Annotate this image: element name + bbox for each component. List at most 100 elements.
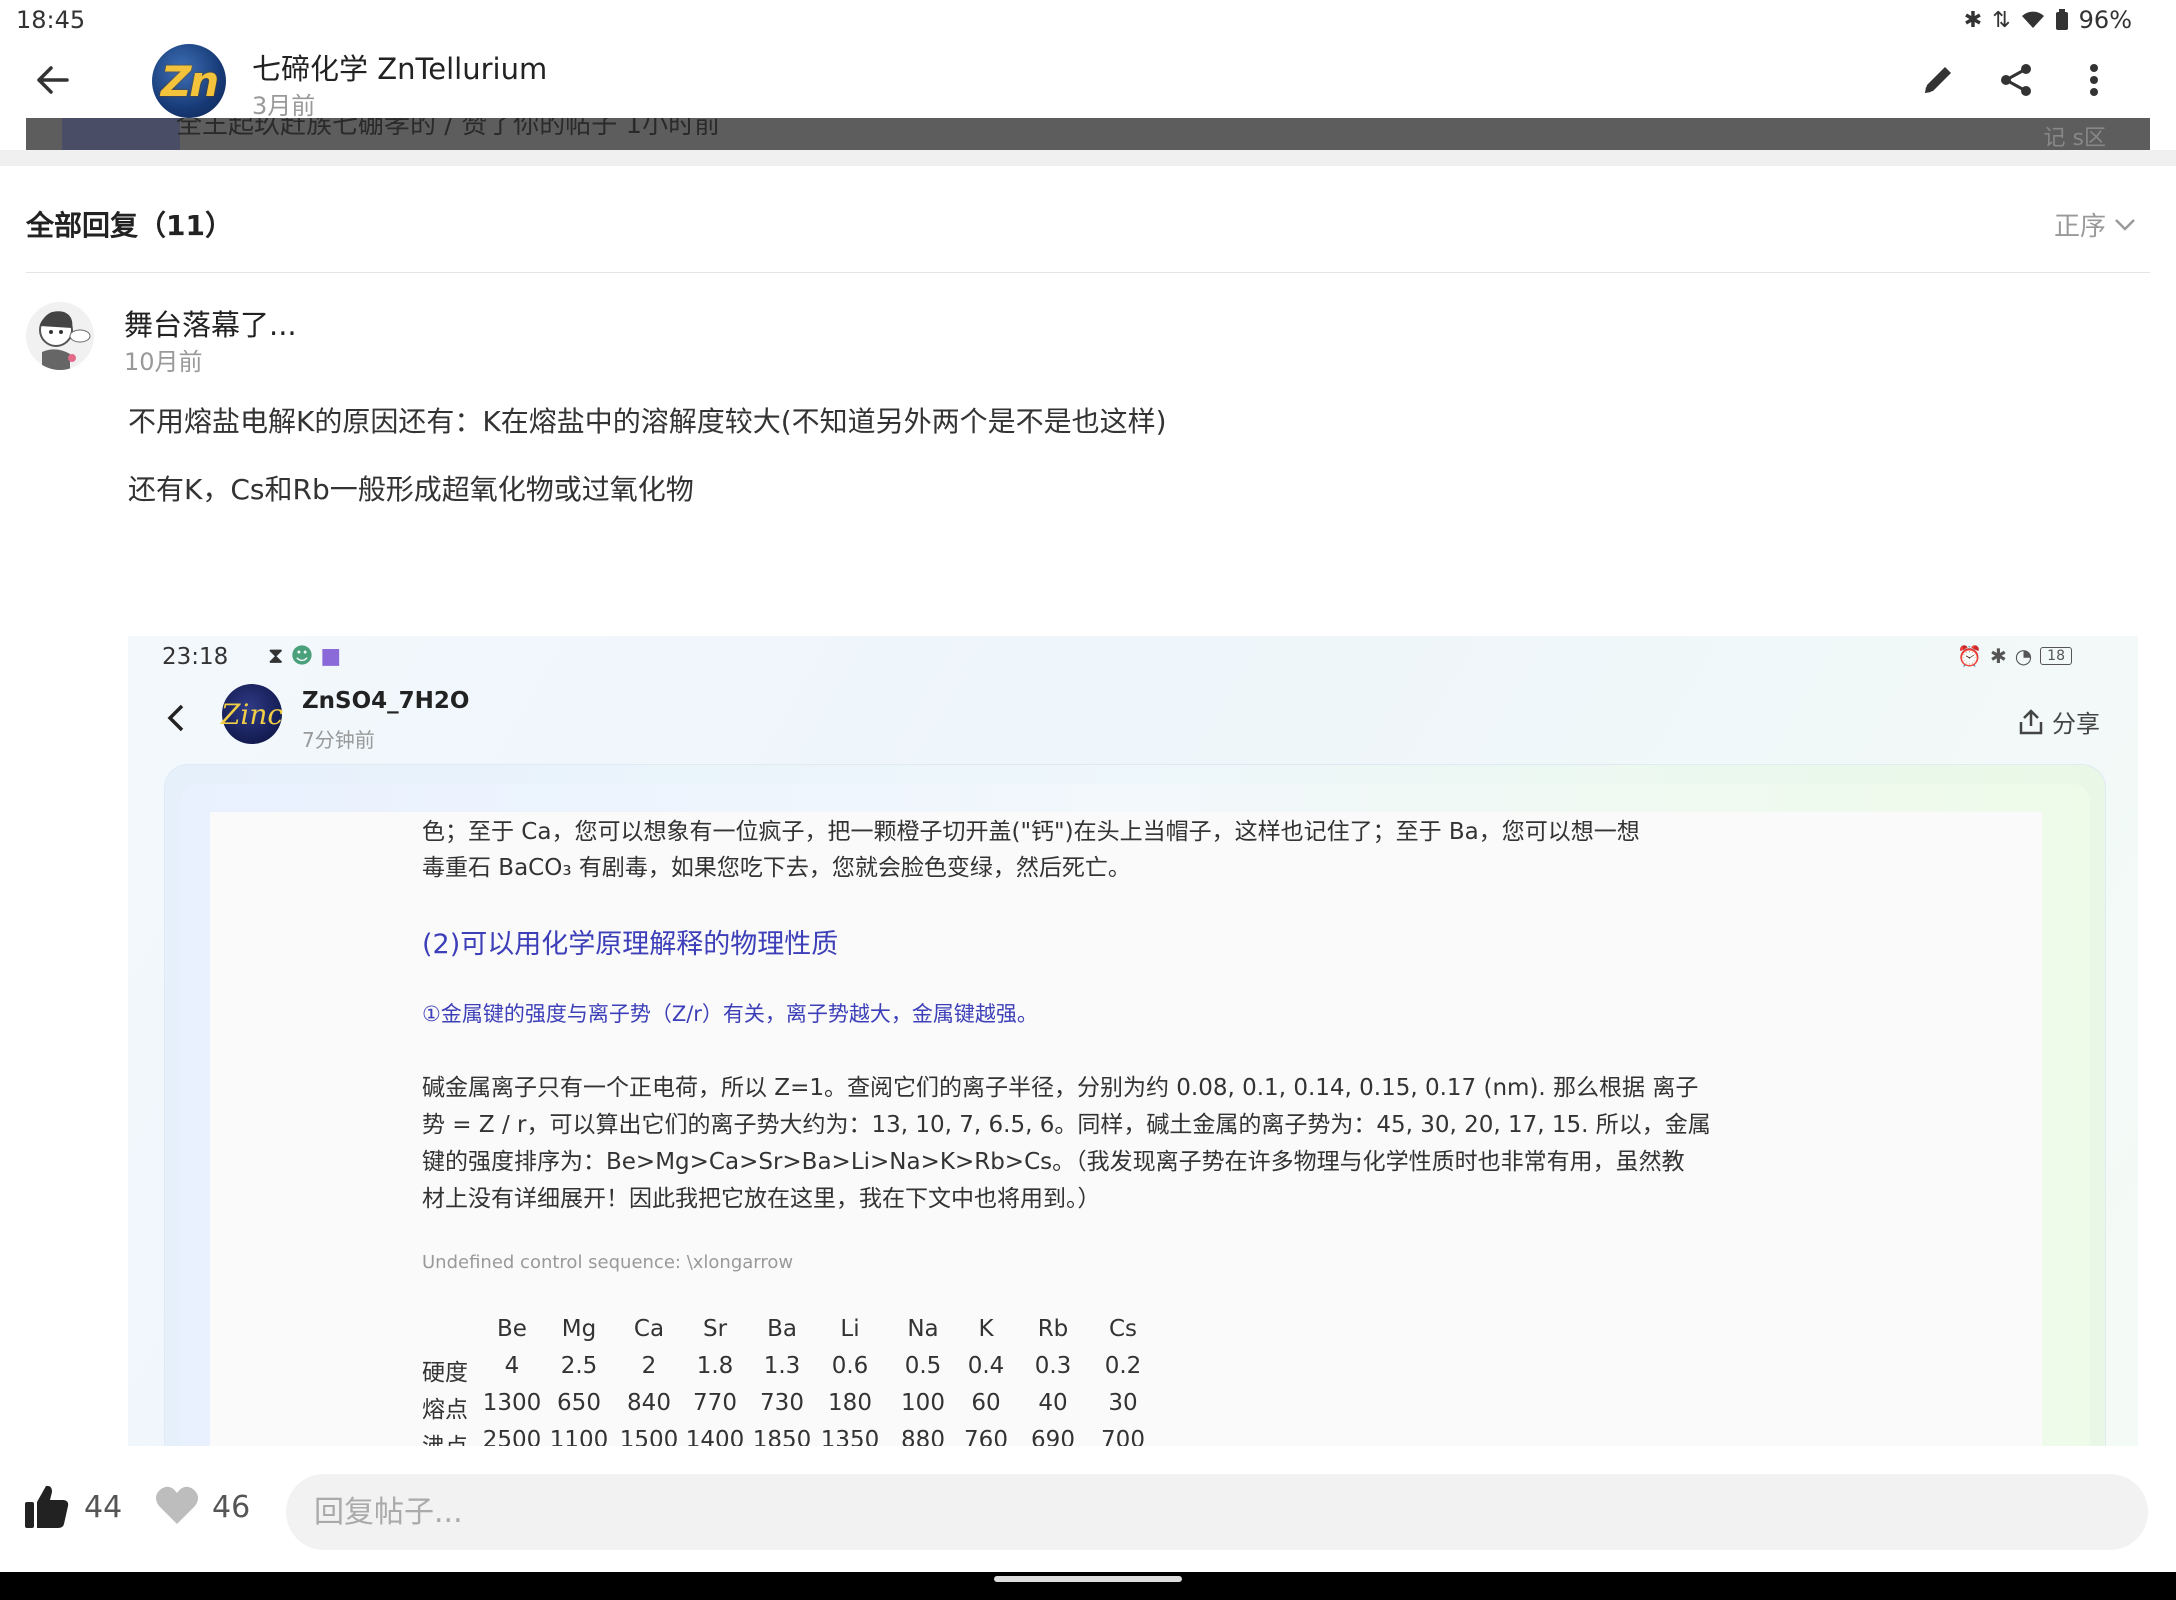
battery-icon: 18: [2040, 647, 2072, 665]
table-row-label: 沸点: [422, 1427, 482, 1446]
sort-dropdown[interactable]: 正序: [2054, 206, 2136, 243]
table-column-header: Li: [840, 1316, 860, 1342]
doc-subheading: ①金属键的强度与离子势（Z/r）有关，离子势越大，金属键越强。: [422, 1002, 1038, 1026]
reply-text-line: 还有K，Cs和Rb一般形成超氧化物或过氧化物: [128, 473, 694, 506]
table-cell: 2.5: [560, 1353, 598, 1379]
status-time: 18:45: [16, 6, 86, 34]
hourglass-icon: ⧗: [268, 644, 284, 669]
table-column-header: Cs: [1108, 1316, 1138, 1342]
doc-paragraph-line: 材上没有详细展开！因此我把它放在这里，我在下文中也将用到。）: [422, 1186, 1101, 1212]
reply-time: 10月前: [124, 348, 203, 376]
table-cell: 840: [627, 1390, 671, 1416]
status-icons: ✱ ⇅ 96%: [1964, 6, 2132, 34]
thumbs-up-icon: [25, 1485, 69, 1528]
doc-heading: (2)可以用化学原理解释的物理性质: [422, 929, 839, 960]
sort-label: 正序: [2053, 212, 2106, 242]
alarm-icon: ⏰: [1957, 644, 1982, 668]
table-cell: 1100: [549, 1427, 609, 1446]
edit-button[interactable]: [1916, 58, 1960, 102]
arrow-left-icon: [37, 66, 69, 94]
home-gesture-handle[interactable]: [994, 1576, 1182, 1582]
table-column-header: Mg: [561, 1316, 597, 1342]
doc-error: Undefined control sequence: \xlongarrow: [422, 1252, 794, 1273]
table-cell: 2: [641, 1353, 657, 1379]
reply-avatar[interactable]: [26, 302, 94, 370]
data-icon: ⇅: [1992, 7, 2011, 33]
doc-table: Be Mg Ca Sr Ba Li Na K Rb Cs 硬度 4 2.5 2 …: [422, 1316, 1182, 1446]
reply-text-line: 不用熔盐电解K的原因还有：K在熔盐中的溶解度较大(不知道另外两个是不是也这样): [128, 405, 1167, 438]
table-cell: 0.4: [967, 1353, 1005, 1379]
table-cell: 1500: [619, 1427, 679, 1446]
notification-text: 全王起玖赶族七硼孝的 / 赞了你的帖子 1小时前: [176, 118, 721, 140]
reply-input[interactable]: [286, 1474, 2148, 1550]
table-cell: 4: [504, 1353, 520, 1379]
table-cell: 100: [901, 1390, 945, 1416]
back-button[interactable]: [30, 58, 74, 102]
table-cell: 700: [1101, 1427, 1145, 1446]
chevron-down-icon: [2115, 218, 2135, 231]
table-cell: 1.3: [763, 1353, 801, 1379]
table-column-header: K: [978, 1316, 994, 1342]
table-cell: 770: [693, 1390, 737, 1416]
table-cell: 760: [964, 1427, 1008, 1446]
heart-icon: [155, 1486, 199, 1524]
notification-banner[interactable]: 全王起玖赶族七硼孝的 / 赞了你的帖子 1小时前 记 s区: [26, 118, 2150, 150]
doc-paragraph-line: 键的强度排序为：Be>Mg>Ca>Sr>Ba>Li>Na>K>Rb>Cs。（我发…: [422, 1149, 1685, 1175]
table-cell: 1300: [482, 1390, 542, 1416]
more-vertical-icon: [2090, 64, 2098, 96]
table-cell: 690: [1031, 1427, 1075, 1446]
table-cell: 180: [828, 1390, 872, 1416]
embed-status-time: 23:18: [162, 644, 229, 670]
table-row-label: 硬度: [422, 1360, 468, 1386]
upload-share-icon: [2019, 708, 2043, 734]
table-cell: 0.5: [904, 1353, 942, 1379]
avatar-illustration: [39, 311, 91, 370]
author-name[interactable]: 七碲化学 ZnTellurium: [252, 46, 547, 88]
table-cell: 2500: [482, 1427, 542, 1446]
table-cell: 1350: [820, 1427, 880, 1446]
embed-username: ZnSO4_7H2O: [302, 688, 470, 714]
header-actions: [1916, 58, 2116, 102]
reply-image[interactable]: 23:18 ⧗ ☻ ■ ⏰ ✱ ◔ 18 Zinc ZnSO4_7H2O 7分钟…: [128, 636, 2138, 1446]
table-column-header: Rb: [1037, 1316, 1069, 1342]
battery-percent: 96%: [2078, 6, 2132, 34]
table-column-header: Be: [497, 1316, 527, 1342]
bluetooth-icon: ✱: [1989, 644, 2007, 668]
wifi-icon: [2021, 11, 2044, 28]
table-column-header: Ba: [767, 1316, 797, 1342]
app-icon: ☻: [290, 644, 314, 669]
pencil-icon: [1925, 67, 1951, 93]
doc-line: 毒重石 BaCO₃ 有剧毒，如果您吃下去，您就会脸色变绿，然后死亡。: [422, 855, 1131, 881]
embed-share-label: 分享: [2052, 710, 2100, 738]
embed-avatar: Zinc: [221, 684, 283, 744]
doc-line: 色；至于 Ca，您可以想象有一位疯子，把一颗橙子切开盖("钙")在头上当帽子，这…: [422, 819, 1640, 845]
table-column-header: Sr: [702, 1316, 728, 1342]
table-column-header: Ca: [633, 1316, 665, 1342]
doc-paragraph-line: 势 = Z / r，可以算出它们的离子势大约为：13, 10, 7, 6.5, …: [422, 1112, 1711, 1138]
embed-user-time: 7分钟前: [302, 728, 375, 752]
table-cell: 0.2: [1104, 1353, 1142, 1379]
wifi-icon: ◔: [2014, 644, 2033, 668]
reply-username[interactable]: 舞台落幕了...: [124, 302, 297, 344]
battery-icon: [2055, 9, 2068, 30]
bluetooth-icon: ✱: [1963, 7, 1983, 33]
post-time: 3月前: [252, 92, 316, 120]
embed-share: 分享: [2018, 704, 2100, 739]
table-cell: 0.3: [1034, 1353, 1072, 1379]
table-cell: 30: [1108, 1390, 1138, 1416]
table-cell: 1400: [685, 1427, 745, 1446]
table-cell: 60: [971, 1390, 1001, 1416]
favorite-button[interactable]: [154, 1484, 200, 1530]
embed-status-icons: ⧗ ☻ ■: [268, 644, 341, 669]
like-button[interactable]: [22, 1482, 72, 1532]
favorite-count: 46: [212, 1490, 251, 1525]
author-avatar[interactable]: Zn: [152, 44, 226, 118]
table-cell: 1.8: [696, 1353, 734, 1379]
section-gap: [0, 150, 2176, 166]
more-button[interactable]: [2072, 58, 2116, 102]
doc-paragraph-line: 碱金属离子只有一个正电荷，所以 Z=1。查阅它们的离子半径，分别为约 0.08,…: [422, 1075, 1699, 1101]
table-cell: 880: [901, 1427, 945, 1446]
share-button[interactable]: [1994, 58, 2038, 102]
table-cell: 730: [760, 1390, 804, 1416]
divider: [26, 272, 2150, 273]
